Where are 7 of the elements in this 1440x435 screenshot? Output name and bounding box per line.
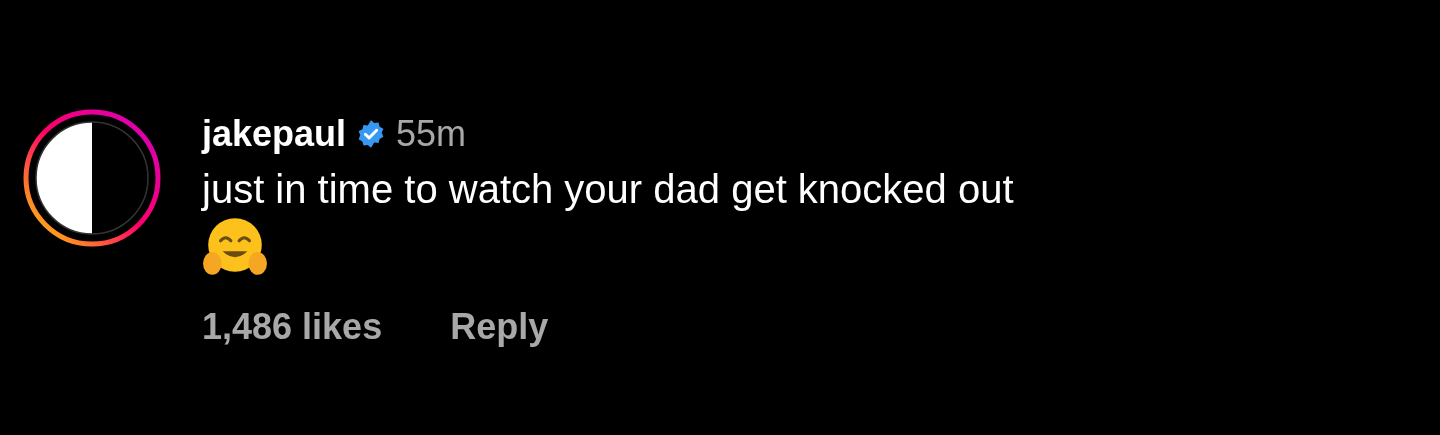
- comment-text: just in time to watch your dad get knocked out: [202, 166, 1014, 213]
- avatar[interactable]: [22, 108, 162, 248]
- like-count[interactable]: 1,486 likes: [202, 306, 383, 348]
- reply-button[interactable]: Reply: [450, 306, 549, 348]
- username[interactable]: jakepaul: [202, 113, 347, 155]
- hugging-face-icon: [202, 216, 268, 278]
- timestamp: 55m: [396, 113, 467, 155]
